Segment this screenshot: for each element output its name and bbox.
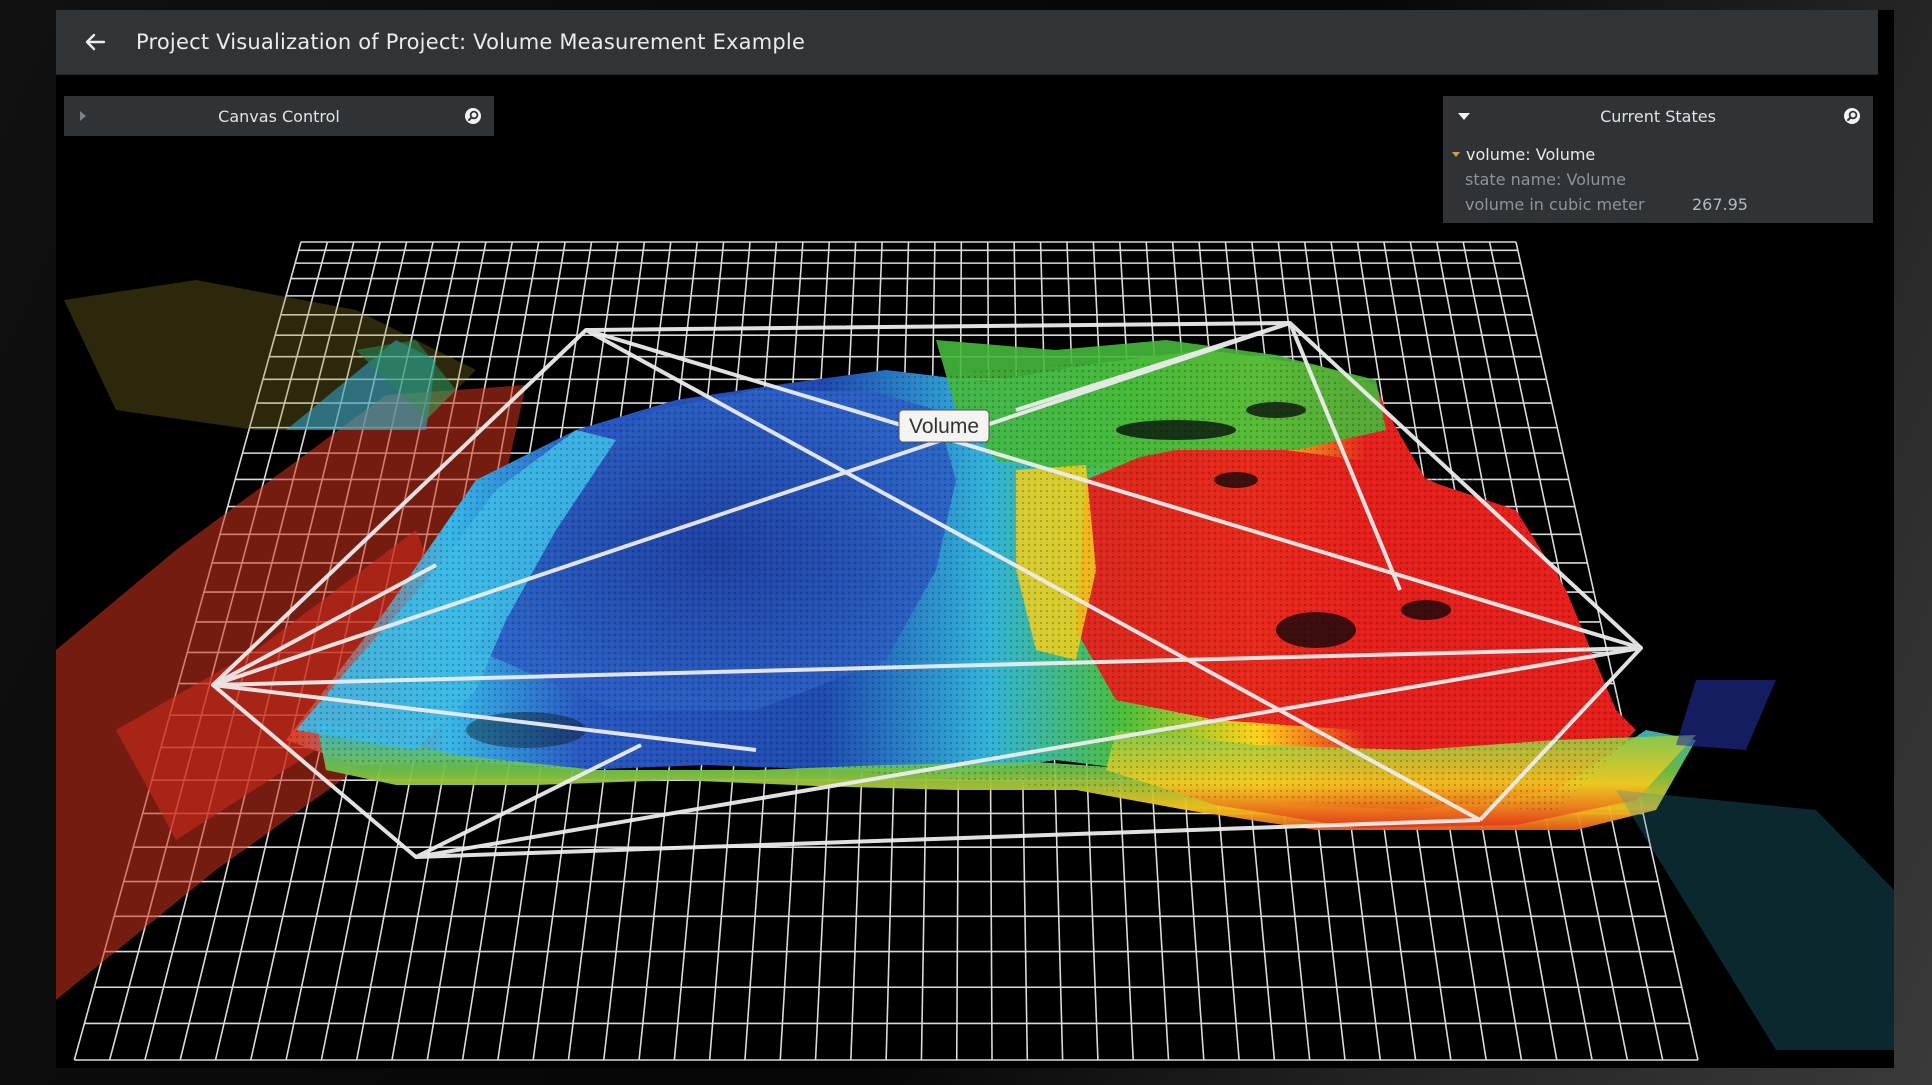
magnifier-icon: [465, 108, 481, 124]
state-name-text: state name: Volume: [1465, 170, 1626, 189]
volume-annotation-label: Volume: [909, 415, 979, 438]
volume-metric-row: volume in cubic meter 267.95: [1451, 192, 1873, 217]
canvas-control-title: Canvas Control: [218, 106, 340, 126]
page-title: Project Visualization of Project: Volume…: [136, 30, 806, 54]
current-states-tree: volume: Volume state name: Volume volume…: [1443, 136, 1873, 217]
visualization-viewport[interactable]: Volume Project Visualization of Project:…: [56, 10, 1894, 1068]
state-name-row: state name: Volume: [1451, 167, 1873, 192]
current-states-search-button[interactable]: [1843, 96, 1861, 136]
volume-annotation[interactable]: Volume: [898, 409, 990, 443]
current-states-panel: Current States volume: Volume state name…: [1443, 96, 1873, 223]
canvas-control-panel: Canvas Control: [64, 96, 494, 136]
distant-points-left: [64, 280, 476, 430]
canvas-control-search-button[interactable]: [464, 96, 482, 136]
arrow-left-icon: [85, 33, 106, 51]
canvas-control-header[interactable]: Canvas Control: [64, 96, 494, 136]
current-states-header[interactable]: Current States: [1443, 96, 1873, 136]
volume-metric-label: volume in cubic meter: [1465, 195, 1645, 214]
state-node-label: volume: Volume: [1466, 145, 1596, 164]
magnifier-icon: [1844, 108, 1860, 124]
title-bar: Project Visualization of Project: Volume…: [56, 10, 1878, 75]
current-states-title: Current States: [1600, 106, 1716, 126]
back-button[interactable]: [80, 27, 110, 57]
caret-down-icon: [1452, 151, 1460, 157]
state-node[interactable]: volume: Volume: [1451, 142, 1873, 167]
volume-metric-value: 267.95: [1692, 195, 1748, 214]
